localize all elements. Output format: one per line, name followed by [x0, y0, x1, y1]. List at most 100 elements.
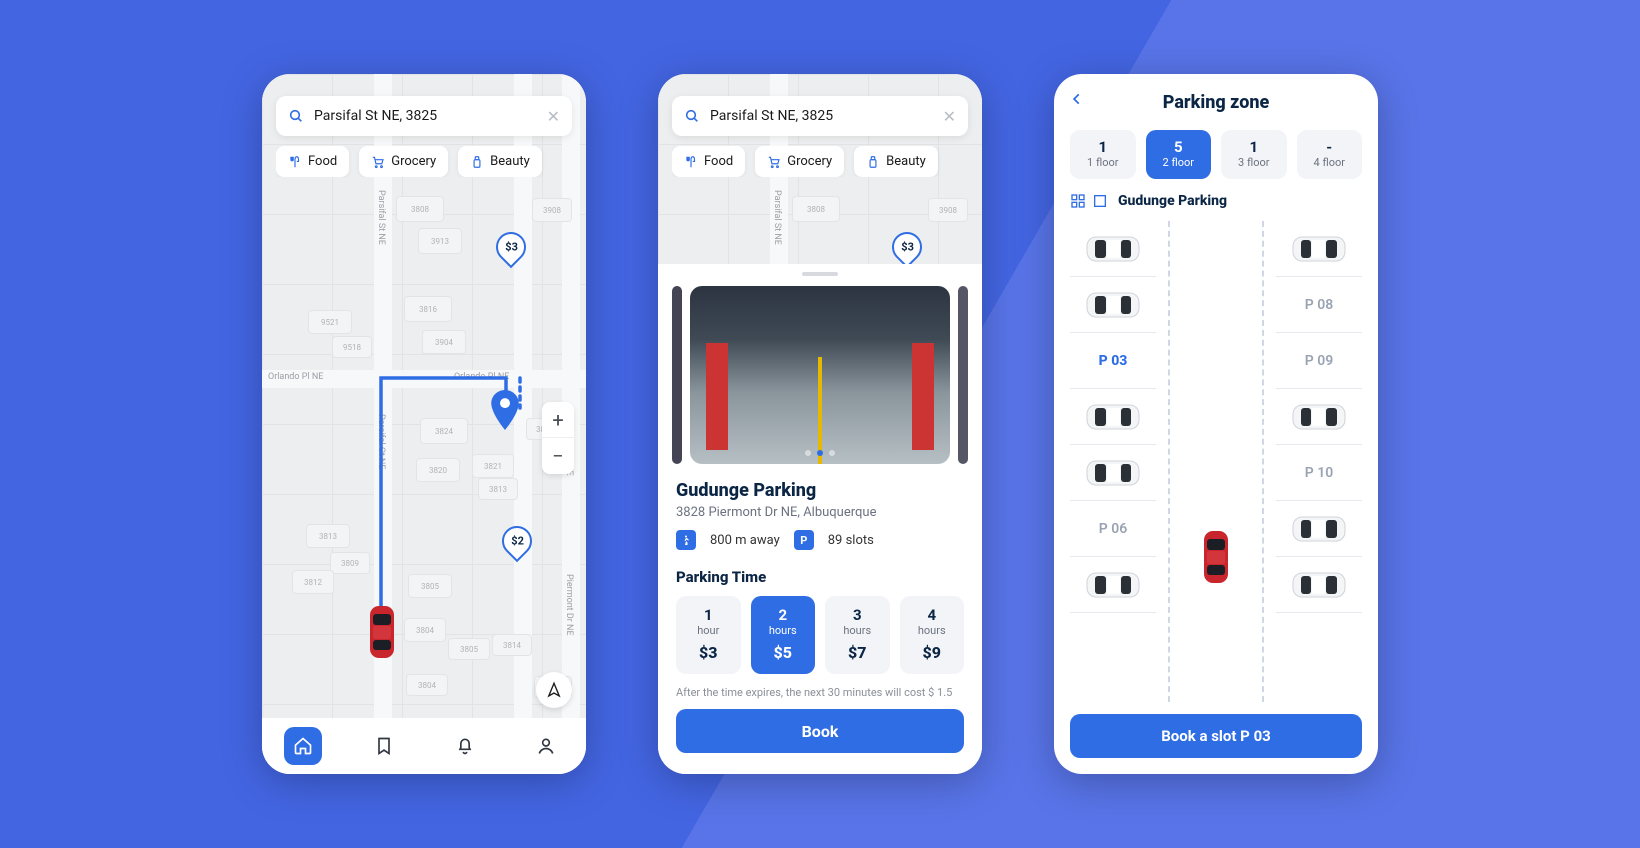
time-option[interactable]: 1hour$3 — [676, 596, 741, 674]
image-gallery[interactable] — [658, 286, 982, 464]
slot-occupied — [1070, 557, 1156, 613]
tab-notifications[interactable] — [446, 727, 484, 765]
back-button[interactable] — [1070, 89, 1084, 115]
floor-selector: 11 floor52 floor13 floor-4 floor — [1054, 130, 1378, 193]
time-option[interactable]: 2hours$5 — [751, 596, 816, 674]
zoom-in-button[interactable]: + — [542, 402, 574, 438]
slot-column-left: P 03 P 06 — [1070, 221, 1156, 702]
floor-option[interactable]: 11 floor — [1070, 130, 1136, 179]
user-icon — [536, 736, 556, 756]
screen-detail: Parsifal St NE 3808 3908 $3 ✕ Food Groce… — [658, 74, 982, 774]
food-icon — [288, 155, 302, 169]
price-pin-label: $3 — [901, 241, 914, 254]
slot-occupied — [1276, 221, 1362, 277]
screen-map: Orlando Pl NE Orlando Pl NE Parsifal St … — [262, 74, 586, 774]
chip-grocery[interactable]: Grocery — [359, 146, 448, 177]
tab-bar — [262, 718, 586, 774]
slot-occupied — [1276, 389, 1362, 445]
slot-empty[interactable]: P 09 — [1276, 333, 1362, 389]
search-bar[interactable]: ✕ — [276, 96, 572, 136]
screen-zone: Parking zone 11 floor52 floor13 floor-4 … — [1054, 74, 1378, 774]
parking-address: 3828 Piermont Dr NE, Albuquerque — [676, 505, 964, 520]
car-icon — [1080, 401, 1146, 433]
tab-bookmarks[interactable] — [365, 727, 403, 765]
square-icon[interactable] — [1092, 193, 1108, 209]
beauty-icon — [470, 155, 484, 169]
slot-empty[interactable]: P 10 — [1276, 445, 1362, 501]
car-icon — [1286, 569, 1352, 601]
price-pin-label: $2 — [511, 535, 524, 548]
parking-icon: P — [794, 530, 814, 550]
price-pin-label: $3 — [505, 241, 518, 254]
chip-food[interactable]: Food — [276, 146, 349, 177]
slot-empty[interactable]: P 06 — [1070, 501, 1156, 557]
grid-icon[interactable] — [1070, 193, 1086, 209]
chip-label: Grocery — [391, 154, 436, 169]
lane-icon — [1168, 221, 1264, 702]
car-icon — [1080, 457, 1146, 489]
parking-lot: P 03 P 06 P 08P 09 P 10 — [1070, 221, 1362, 702]
tab-home[interactable] — [284, 727, 322, 765]
zone-label-row: Gudunge Parking — [1054, 193, 1378, 221]
gallery-dots — [805, 450, 835, 456]
drag-handle-icon[interactable] — [802, 272, 838, 276]
chip-grocery[interactable]: Grocery — [755, 146, 844, 177]
slot-empty[interactable]: P 08 — [1276, 277, 1362, 333]
slot-occupied — [1276, 501, 1362, 557]
slot-occupied — [1070, 221, 1156, 277]
destination-pin-icon[interactable] — [490, 390, 520, 430]
chip-beauty[interactable]: Beauty — [458, 146, 542, 177]
chip-food[interactable]: Food — [672, 146, 745, 177]
zoom-out-button[interactable]: − — [542, 438, 574, 474]
detail-sheet: Gudunge Parking 3828 Piermont Dr NE, Alb… — [658, 264, 982, 774]
chip-label: Grocery — [787, 154, 832, 169]
car-icon — [1286, 233, 1352, 265]
distance-label: 800 m away — [710, 533, 780, 548]
tab-profile[interactable] — [527, 727, 565, 765]
car-icon — [1080, 569, 1146, 601]
slot-occupied — [1276, 557, 1362, 613]
search-input[interactable] — [314, 108, 537, 124]
chip-beauty[interactable]: Beauty — [854, 146, 938, 177]
parking-photo — [690, 286, 950, 464]
car-icon — [1286, 401, 1352, 433]
book-button[interactable]: Book — [676, 709, 964, 753]
cart-icon — [371, 155, 385, 169]
clear-icon[interactable]: ✕ — [943, 107, 956, 126]
bell-icon — [455, 736, 475, 756]
book-slot-button[interactable]: Book a slot P 03 — [1070, 714, 1362, 758]
street-label: Parsifal St NE — [772, 190, 782, 245]
slots-label: 89 slots — [828, 533, 874, 548]
slot-occupied — [1070, 389, 1156, 445]
compass-icon — [545, 681, 563, 699]
map-block: 3808 — [792, 196, 840, 222]
chip-row: Food Grocery Beauty — [672, 146, 982, 177]
slot-empty[interactable]: P 03 — [1070, 333, 1156, 389]
floor-option[interactable]: 52 floor — [1146, 130, 1212, 179]
chip-label: Food — [308, 154, 337, 169]
floor-option[interactable]: -4 floor — [1297, 130, 1363, 179]
zone-title: Parking zone — [1163, 92, 1270, 113]
time-option[interactable]: 4hours$9 — [900, 596, 965, 674]
search-icon — [288, 108, 304, 124]
user-car-icon — [1200, 531, 1232, 583]
search-input[interactable] — [710, 108, 933, 124]
chip-row: Food Grocery Beauty — [276, 146, 586, 177]
car-icon — [1080, 233, 1146, 265]
car-icon — [1286, 513, 1352, 545]
food-icon — [684, 155, 698, 169]
fineprint: After the time expires, the next 30 minu… — [658, 674, 982, 709]
car-icon — [1080, 289, 1146, 321]
floor-option[interactable]: 13 floor — [1221, 130, 1287, 179]
search-bar[interactable]: ✕ — [672, 96, 968, 136]
parking-name: Gudunge Parking — [676, 480, 964, 501]
price-pin[interactable]: $3 — [886, 226, 928, 268]
map-canvas[interactable]: Orlando Pl NE Orlando Pl NE Parsifal St … — [262, 74, 586, 774]
home-icon — [293, 736, 313, 756]
time-option[interactable]: 3hours$7 — [825, 596, 890, 674]
compass-button[interactable] — [536, 672, 572, 708]
user-car-icon — [366, 606, 398, 658]
clear-icon[interactable]: ✕ — [547, 107, 560, 126]
slot-occupied — [1070, 445, 1156, 501]
slot-occupied — [1070, 277, 1156, 333]
